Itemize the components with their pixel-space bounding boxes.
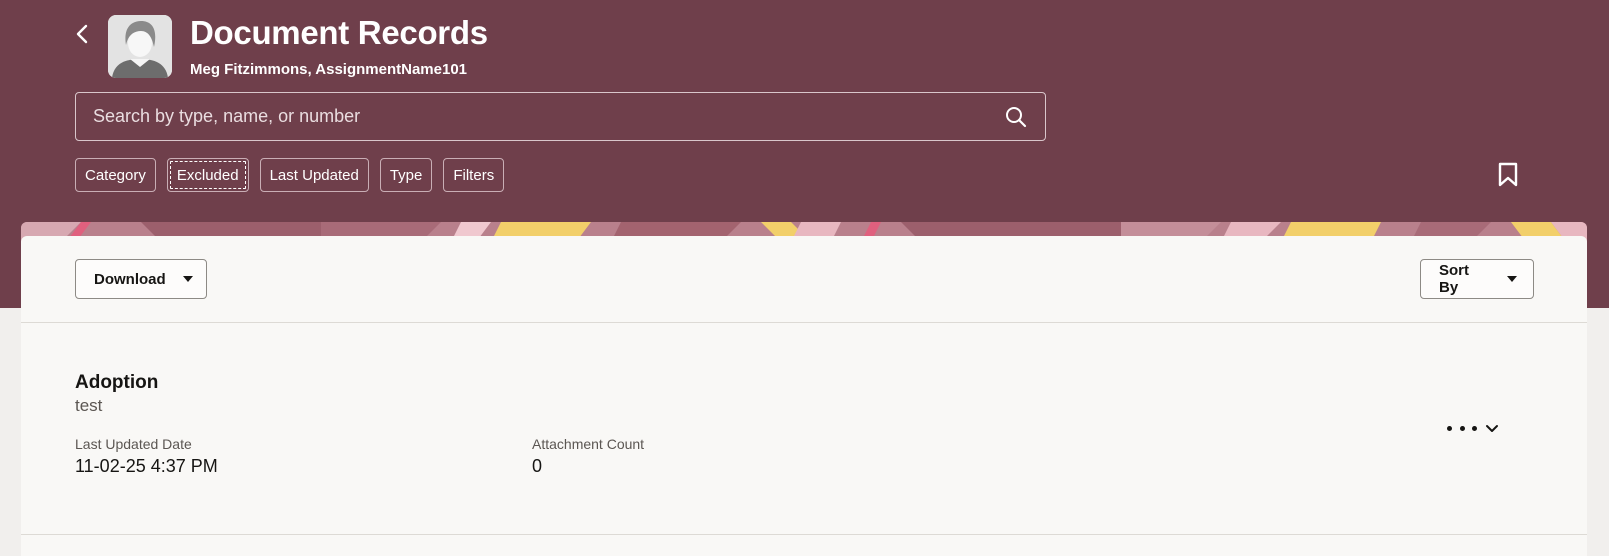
more-actions-icon[interactable] — [1447, 421, 1477, 435]
page-subtitle: Meg Fitzimmons, AssignmentName101 — [190, 61, 468, 78]
avatar — [108, 15, 172, 78]
chevron-left-icon — [76, 24, 88, 44]
filter-chip-excluded[interactable]: Excluded — [166, 158, 249, 192]
download-button[interactable]: Download — [75, 259, 207, 299]
search-box[interactable] — [75, 92, 1046, 141]
search-icon[interactable] — [1005, 106, 1027, 128]
filter-chip-category[interactable]: Category — [75, 158, 156, 192]
last-updated-date-label: Last Updated Date — [75, 436, 192, 452]
sort-by-label: Sort By — [1439, 262, 1469, 296]
attachment-count-label: Attachment Count — [532, 436, 645, 452]
filter-chip-last-updated[interactable]: Last Updated — [259, 158, 369, 192]
search-input[interactable] — [76, 93, 1045, 140]
list-item[interactable]: Adoption test Last Updated Date 11-02-25… — [21, 324, 1587, 535]
record-subtitle: test — [75, 396, 103, 415]
page-title: Document Records — [190, 14, 488, 51]
filter-chip-type[interactable]: Type — [379, 158, 433, 192]
filter-chip-filters[interactable]: Filters — [443, 158, 505, 192]
panel-toolbar: Download Sort By — [21, 236, 1587, 323]
caret-down-icon — [1507, 276, 1517, 282]
caret-down-icon — [182, 276, 193, 282]
sort-by-button[interactable]: Sort By — [1420, 259, 1534, 299]
last-updated-date-value: 11-02-25 4:37 PM — [75, 456, 218, 476]
back-button[interactable] — [70, 20, 94, 48]
bookmark-icon[interactable] — [1497, 162, 1519, 188]
download-label: Download — [94, 270, 166, 288]
attachment-count-value: 0 — [532, 456, 543, 476]
records-panel: Download Sort By Adoption test Last Upda… — [21, 236, 1587, 556]
filter-chip-bar: Category Excluded Last Updated Type Filt… — [75, 158, 505, 192]
record-title[interactable]: Adoption — [75, 372, 158, 394]
chevron-down-icon[interactable] — [1484, 420, 1500, 436]
